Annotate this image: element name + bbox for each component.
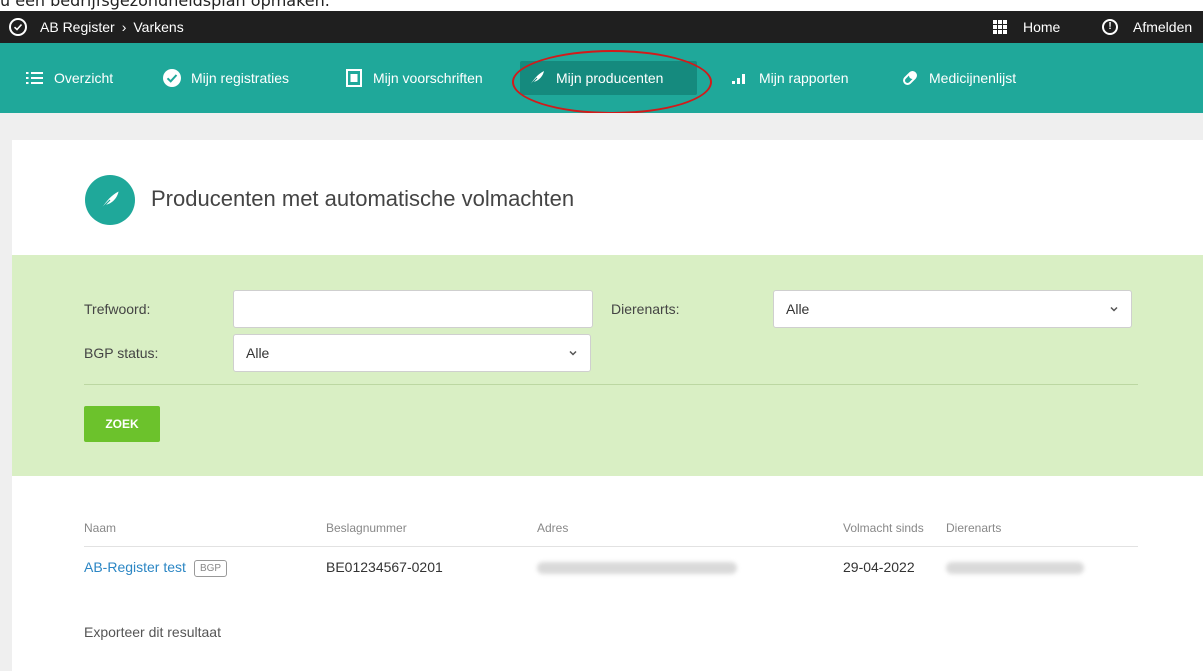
logout-icon: ! (1102, 19, 1118, 35)
table-header-divider (84, 546, 1138, 547)
document-icon (345, 69, 363, 87)
pill-icon (901, 69, 919, 87)
home-link[interactable]: Home (993, 11, 1060, 43)
top-bar: AB Register › Varkens Home ! Afmelden (0, 11, 1203, 43)
bgp-status-label: BGP status: (84, 345, 159, 361)
redacted-veterinarian (946, 562, 1084, 574)
column-header-adres[interactable]: Adres (537, 521, 568, 535)
breadcrumb-separator: › (121, 19, 127, 35)
trefwoord-input[interactable] (246, 291, 592, 327)
trefwoord-label: Trefwoord: (84, 301, 151, 317)
producer-link[interactable]: AB-Register test (84, 559, 186, 575)
nav-overzicht[interactable]: Overzicht (18, 61, 121, 95)
dierenarts-selected-value: Alle (786, 301, 810, 317)
bgp-selected-value: Alle (246, 345, 270, 361)
column-header-dierenarts[interactable]: Dierenarts (946, 521, 1001, 535)
column-header-volmacht[interactable]: Volmacht sinds (843, 521, 924, 535)
check-circle-icon (163, 69, 181, 87)
list-icon (26, 69, 44, 87)
breadcrumb: AB Register › Varkens (40, 11, 184, 43)
filter-panel (12, 255, 1203, 476)
nav-label: Overzicht (54, 70, 114, 86)
nav-mijn-registraties[interactable]: Mijn registraties (155, 61, 297, 95)
feather-icon (528, 69, 546, 87)
nav-label: Mijn producenten (556, 70, 664, 86)
nav-medicijnenlijst[interactable]: Medicijnenlijst (893, 61, 1024, 95)
logout-label: Afmelden (1133, 19, 1193, 35)
chevron-down-icon (569, 350, 577, 356)
app-logo-icon[interactable] (9, 11, 27, 43)
dierenarts-select[interactable]: Alle (773, 290, 1132, 328)
search-button[interactable]: ZOEK (84, 406, 160, 442)
dierenarts-label: Dierenarts: (611, 301, 680, 317)
chevron-down-icon (1110, 306, 1118, 312)
bgp-badge: BGP (193, 559, 228, 577)
producers-feather-icon (85, 175, 135, 225)
table-row-naam: AB-Register test BGP (84, 559, 228, 577)
trefwoord-field[interactable] (233, 290, 593, 328)
redacted-address (537, 562, 737, 574)
nav-label: Mijn registraties (191, 70, 290, 86)
document-caption: u een bedrijfsgezondheidsplan opmaken. (0, 0, 330, 10)
table-cell-volmacht: 29-04-2022 (843, 559, 915, 575)
table-cell-beslagnummer: BE01234567-0201 (326, 559, 443, 575)
nav-mijn-voorschriften[interactable]: Mijn voorschriften (337, 61, 491, 95)
apps-grid-icon (993, 20, 1007, 34)
bgp-status-select[interactable]: Alle (233, 334, 591, 372)
filter-divider (84, 384, 1138, 385)
breadcrumb-section[interactable]: Varkens (133, 19, 183, 35)
page-title: Producenten met automatische volmachten (151, 186, 575, 211)
logout-link[interactable]: ! Afmelden (1102, 11, 1192, 43)
nav-mijn-producenten[interactable]: Mijn producenten (520, 61, 697, 95)
column-header-beslagnummer[interactable]: Beslagnummer (326, 521, 407, 535)
nav-mijn-rapporten[interactable]: Mijn rapporten (723, 61, 857, 95)
home-label: Home (1023, 19, 1061, 35)
export-link[interactable]: Exporteer dit resultaat (84, 624, 221, 640)
nav-label: Medicijnenlijst (929, 70, 1017, 86)
bar-chart-icon (731, 69, 749, 87)
breadcrumb-app[interactable]: AB Register (40, 19, 115, 35)
column-header-naam[interactable]: Naam (84, 521, 116, 535)
nav-label: Mijn voorschriften (373, 70, 483, 86)
nav-label: Mijn rapporten (759, 70, 849, 86)
